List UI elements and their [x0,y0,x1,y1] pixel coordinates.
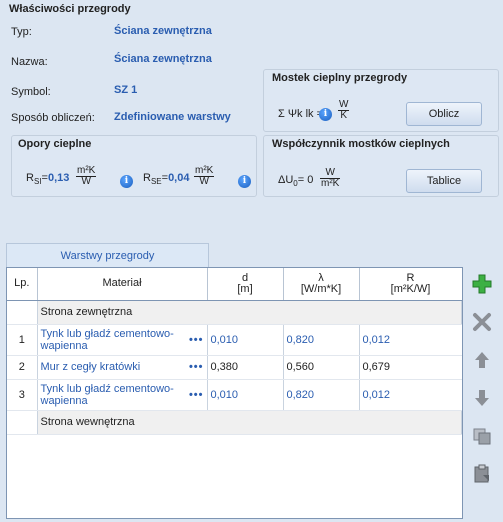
typ-label: Typ: [11,26,32,38]
col-lp-header[interactable]: Lp. [7,268,38,301]
table-row-inner: Strona wewnętrzna [7,410,462,435]
row-lp: 3 [7,379,38,411]
table-row[interactable]: 3 Tynk lub gładź cementowo-wapienna ••• … [7,379,462,411]
col-material-header[interactable]: Materiał [37,268,208,301]
delete-icon[interactable] [472,312,492,332]
delta-u-unit: Wm²K [320,167,341,189]
row-lambda[interactable]: 0,560 [283,355,360,380]
layers-table: Lp. Materiał d [m] λ [W/m*K] R [m²K/W] Stro… [6,267,463,519]
row-d[interactable]: 0,010 [207,324,284,356]
wspolczynnik-title: Współczynnik mostków cieplnych [272,138,450,150]
col-d-header[interactable]: d [m] [207,268,284,301]
table-row-outer: Strona zewnętrzna [7,300,462,325]
mostek-unit: WK [338,99,350,121]
row-lp: 2 [7,355,38,380]
table-row[interactable]: 2 Mur z cegły kratówki ••• 0,380 0,560 0… [7,355,462,380]
copy-icon[interactable] [472,426,492,446]
move-up-icon[interactable] [472,350,492,370]
add-icon[interactable] [472,274,492,294]
symbol-label: Symbol: [11,86,51,98]
row-material[interactable]: Mur z cegły kratówki ••• [37,355,208,380]
paste-icon[interactable] [472,464,492,484]
row-lambda[interactable]: 0,820 [283,379,360,411]
row-d[interactable]: 0,380 [207,355,284,380]
row-material-picker-button[interactable]: ••• [189,389,204,401]
sposob-value[interactable]: Zdefiniowane warstwy [114,111,231,123]
tab-warstwy-przegrody[interactable]: Warstwy przegrody [6,243,209,268]
row-d[interactable]: 0,010 [207,379,284,411]
info-icon[interactable]: i [238,175,251,188]
sposob-label: Sposób obliczeń: [11,112,95,124]
mostek-title: Mostek cieplny przegrody [272,72,408,84]
rsi-unit: m²K W [76,165,97,187]
move-down-icon[interactable] [472,388,492,408]
row-lp: 1 [7,324,38,356]
info-icon[interactable]: i [120,175,133,188]
row-material[interactable]: Tynk lub gładź cementowo-wapienna ••• [37,379,208,411]
row-r: 0,679 [359,355,462,380]
nazwa-value[interactable]: Ściana zewnętrzna [114,53,212,65]
row-material-picker-button[interactable]: ••• [189,361,204,373]
tablice-button[interactable]: Tablice [406,169,482,193]
rse-field: RSE=0,04 [143,172,190,187]
info-icon[interactable]: i [319,108,332,121]
section-title-properties: Właściwości przegrody [9,3,131,15]
row-r: 0,012 [359,324,462,356]
row-lambda[interactable]: 0,820 [283,324,360,356]
col-r-header[interactable]: R [m²K/W] [359,268,462,301]
outer-side-label: Strona zewnętrzna [37,300,462,325]
col-lambda-header[interactable]: λ [W/m*K] [283,268,360,301]
mostek-formula: Σ Ψk lk = [278,108,324,120]
oblicz-button[interactable]: Oblicz [406,102,482,126]
rsi-field: RSI=0,13 [26,172,70,187]
typ-value[interactable]: Ściana zewnętrzna [114,25,212,37]
opory-title: Opory cieplne [18,138,92,150]
row-material[interactable]: Tynk lub gładź cementowo-wapienna ••• [37,324,208,356]
table-row[interactable]: 1 Tynk lub gładź cementowo-wapienna ••• … [7,324,462,356]
table-header-row: Lp. Materiał d [m] λ [W/m*K] R [m²K/W] [7,268,462,301]
nazwa-label: Nazwa: [11,56,48,68]
rse-unit: m²K W [194,165,215,187]
row-material-picker-button[interactable]: ••• [189,334,204,346]
delta-u-field: ΔU0= 0 [278,174,314,189]
mostek-group: Mostek cieplny przegrody Σ Ψk lk = i WK … [263,69,499,132]
opory-group: Opory cieplne RSI=0,13 m²K W i RSE=0,04 m… [11,135,257,197]
wspolczynnik-group: Współczynnik mostków cieplnych ΔU0= 0 Wm… [263,135,499,197]
inner-side-label: Strona wewnętrzna [37,410,462,435]
symbol-value[interactable]: SZ 1 [114,84,137,96]
row-r: 0,012 [359,379,462,411]
